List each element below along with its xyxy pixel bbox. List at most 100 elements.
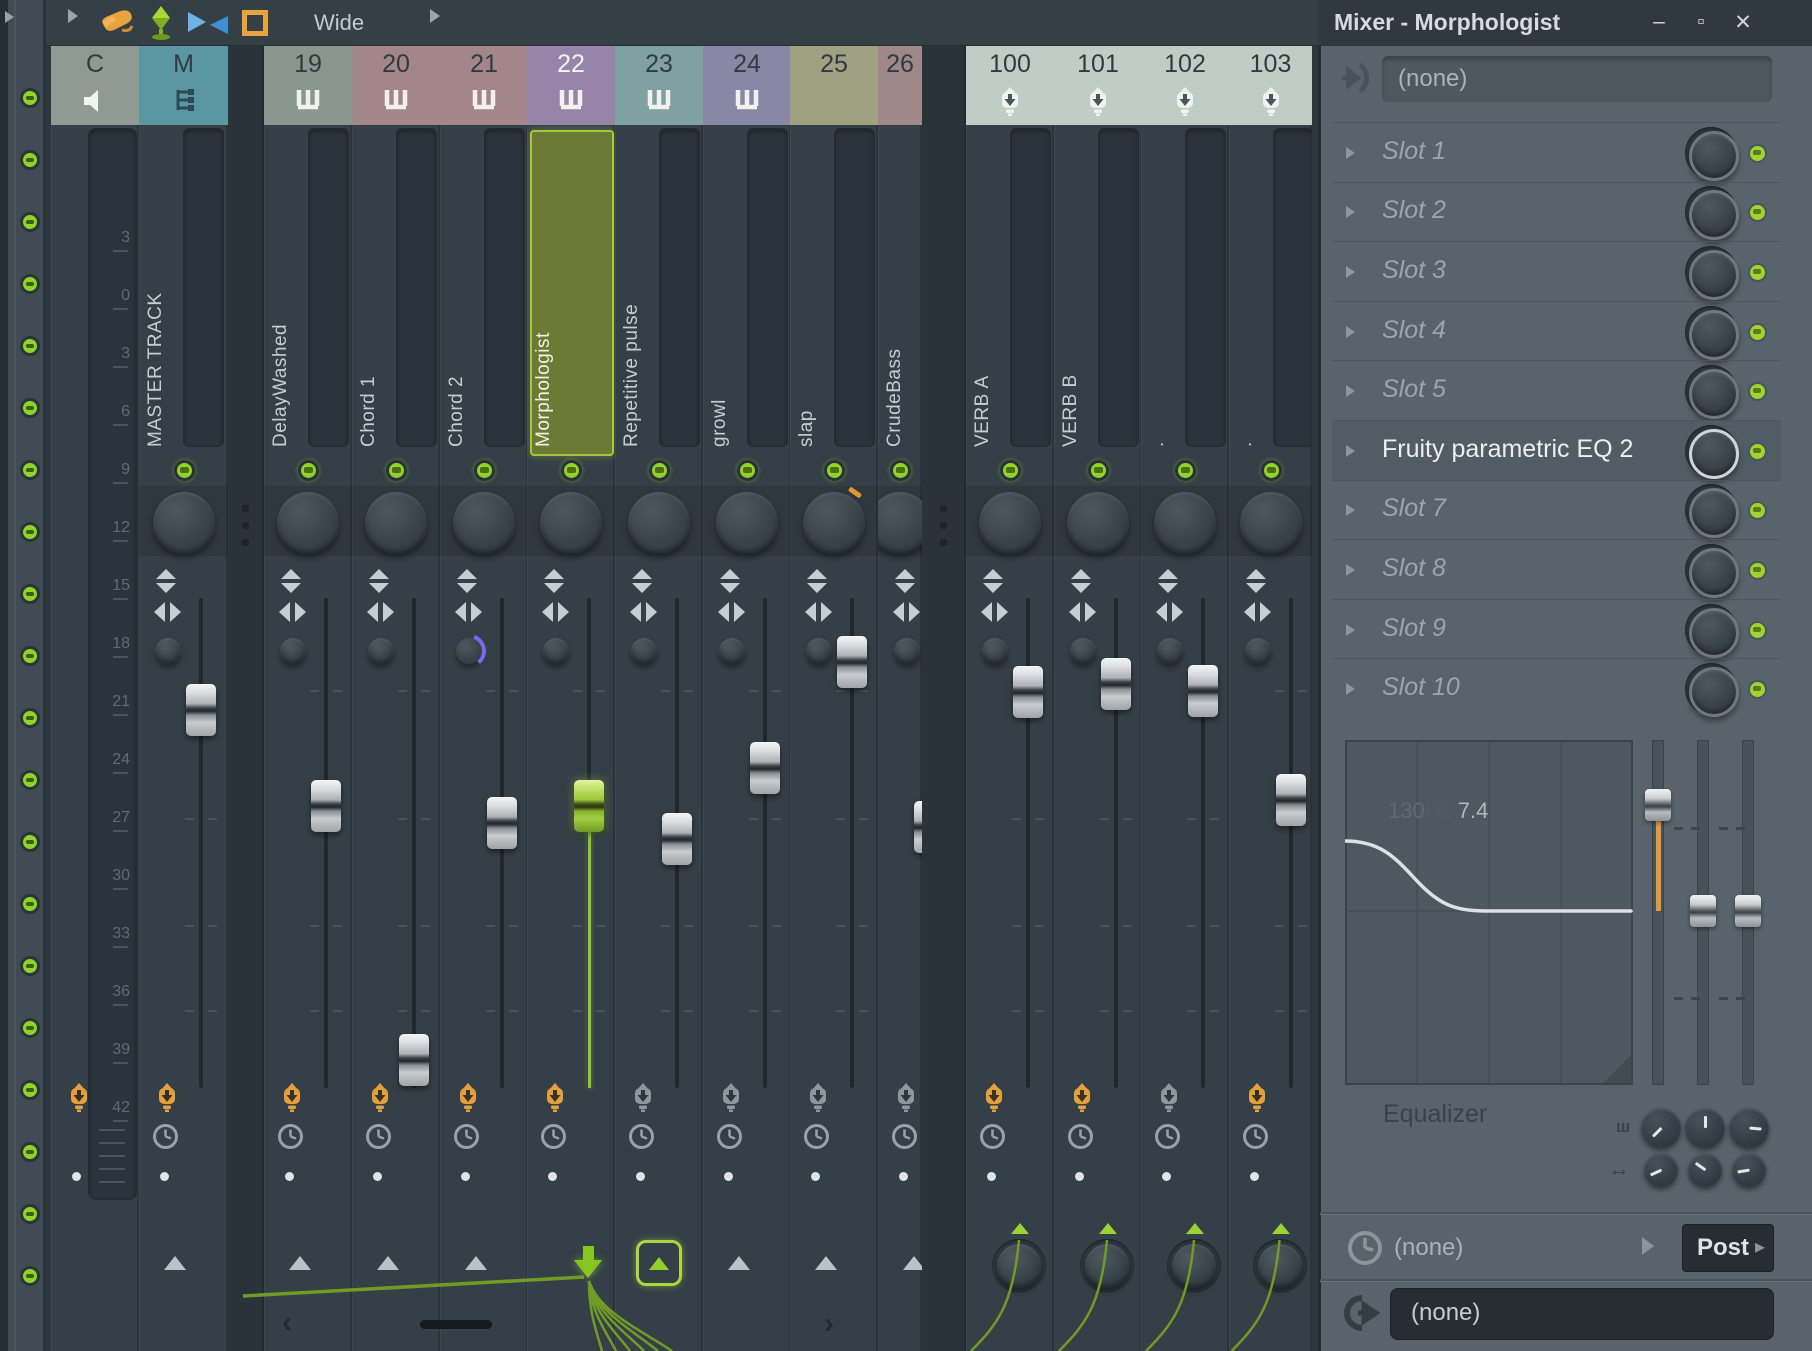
effect-slot-8[interactable]: Slot 8 bbox=[1332, 539, 1781, 599]
divider-grip[interactable] bbox=[242, 522, 249, 529]
pan-knob[interactable] bbox=[878, 492, 922, 554]
fx-enable-lamp-icon[interactable] bbox=[979, 1082, 1009, 1112]
volume-fader-track[interactable] bbox=[324, 598, 328, 1088]
pan-arrows-icon[interactable] bbox=[805, 602, 833, 624]
fx-enable-lamp-icon[interactable] bbox=[803, 1082, 833, 1112]
stereo-sep-knob[interactable] bbox=[719, 638, 745, 664]
delay-clock-icon[interactable] bbox=[152, 1123, 179, 1150]
mixer-strip-100[interactable]: 100 VERB A bbox=[966, 46, 1054, 1351]
send-level-knob[interactable] bbox=[997, 1244, 1041, 1288]
send-time-select[interactable]: (none) bbox=[1394, 1234, 1463, 1262]
channel-led[interactable] bbox=[20, 708, 40, 728]
strip-name[interactable]: Repetitive pulse bbox=[621, 132, 651, 447]
slot-mix-knob[interactable] bbox=[1689, 488, 1739, 539]
fx-enable-lamp-icon[interactable] bbox=[1067, 1082, 1097, 1112]
stereo-sep-knob[interactable] bbox=[806, 638, 832, 664]
strip-divider[interactable] bbox=[922, 46, 966, 1351]
eq-band-pan-knob[interactable] bbox=[1688, 1153, 1722, 1187]
effect-slot-3[interactable]: Slot 3 bbox=[1332, 241, 1781, 301]
delay-clock-icon[interactable] bbox=[277, 1123, 304, 1150]
volume-fader-handle[interactable] bbox=[186, 683, 216, 736]
strip-header[interactable]: 26 bbox=[878, 46, 922, 125]
pan-arrows-icon[interactable] bbox=[154, 602, 182, 624]
strip-header[interactable]: 101 bbox=[1054, 46, 1142, 125]
strip-name[interactable]: VERB A bbox=[972, 132, 1002, 447]
channel-led[interactable] bbox=[20, 1204, 40, 1224]
mixer-strip-101[interactable]: 101 VERB B bbox=[1054, 46, 1142, 1351]
strip-header[interactable]: C bbox=[51, 46, 139, 125]
route-up-arrow-icon[interactable] bbox=[815, 1256, 837, 1270]
channel-led[interactable] bbox=[20, 88, 40, 108]
mixer-strip-23[interactable]: 23 Repetitive pulse bbox=[615, 46, 703, 1351]
spindle-icon[interactable] bbox=[146, 5, 176, 41]
mute-led[interactable] bbox=[298, 460, 319, 481]
volume-fader-handle[interactable] bbox=[574, 779, 604, 832]
track-dot[interactable] bbox=[461, 1172, 470, 1181]
maximize-button[interactable]: ▫ bbox=[1684, 10, 1718, 34]
mixer-strip-19[interactable]: 19 DelayWashed bbox=[264, 46, 352, 1351]
slot-arrow-icon[interactable] bbox=[1346, 444, 1355, 457]
fx-enable-lamp-icon[interactable] bbox=[453, 1082, 483, 1112]
eq-band-width-knob[interactable] bbox=[1685, 1108, 1725, 1148]
slot-enable-led[interactable] bbox=[1748, 501, 1767, 521]
channel-led[interactable] bbox=[20, 832, 40, 852]
volume-fader-handle[interactable] bbox=[1101, 658, 1131, 711]
strip-name[interactable]: slap bbox=[796, 132, 826, 447]
eq-band-pan-knob[interactable] bbox=[1644, 1153, 1678, 1187]
effect-slot-9[interactable]: Slot 9 bbox=[1332, 598, 1781, 659]
strip-header[interactable]: 102 bbox=[1141, 46, 1229, 125]
view-size-icon[interactable] bbox=[242, 10, 268, 36]
mixer-strip-103[interactable]: 103. bbox=[1229, 46, 1312, 1351]
slot-enable-led[interactable] bbox=[1748, 382, 1767, 402]
stereo-separation-arrows-icon[interactable] bbox=[1246, 569, 1268, 593]
stereo-separation-arrows-icon[interactable] bbox=[544, 569, 566, 593]
fx-enable-lamp-icon[interactable] bbox=[628, 1082, 658, 1112]
slot-enable-led[interactable] bbox=[1748, 620, 1767, 640]
pan-knob[interactable] bbox=[540, 492, 602, 554]
effect-slot-1[interactable]: Slot 1 bbox=[1332, 122, 1781, 182]
channel-led[interactable] bbox=[20, 956, 40, 976]
strip-header[interactable]: 20 bbox=[352, 46, 440, 125]
strip-name[interactable]: Chord 1 bbox=[358, 132, 388, 447]
track-dot[interactable] bbox=[724, 1172, 733, 1181]
strip-header[interactable]: 19 bbox=[264, 46, 352, 125]
divider-grip[interactable] bbox=[242, 539, 249, 546]
slot-mix-knob[interactable] bbox=[1689, 249, 1739, 300]
delay-clock-icon[interactable] bbox=[1067, 1123, 1094, 1150]
scroll-right-chevron[interactable]: › bbox=[824, 1307, 834, 1341]
mixer-strip-20[interactable]: 20 Chord 1 bbox=[352, 46, 440, 1351]
send-level-arrow-icon[interactable] bbox=[1186, 1223, 1204, 1234]
volume-fader-handle[interactable] bbox=[662, 812, 692, 865]
track-dot[interactable] bbox=[1162, 1172, 1171, 1181]
mixer-strip-26[interactable]: 26 CrudeBass bbox=[878, 46, 922, 1351]
stereo-sep-knob[interactable] bbox=[543, 638, 569, 664]
slot-enable-led[interactable] bbox=[1748, 322, 1767, 342]
horizontal-scrollbar[interactable] bbox=[420, 1320, 492, 1329]
mute-led[interactable] bbox=[1088, 460, 1109, 481]
strip-header[interactable]: 21 bbox=[440, 46, 528, 125]
route-up-arrow-icon[interactable] bbox=[377, 1256, 399, 1270]
slot-enable-led[interactable] bbox=[1748, 262, 1767, 282]
pan-knob[interactable] bbox=[1154, 492, 1216, 554]
stereo-separation-arrows-icon[interactable] bbox=[457, 569, 479, 593]
strip-header[interactable]: 100 bbox=[966, 46, 1054, 125]
divider-grip[interactable] bbox=[940, 505, 947, 512]
delay-clock-icon[interactable] bbox=[540, 1123, 567, 1150]
slot-arrow-icon[interactable] bbox=[1346, 265, 1355, 278]
delay-clock-icon[interactable] bbox=[979, 1123, 1006, 1150]
channel-led[interactable] bbox=[20, 1018, 40, 1038]
channel-led[interactable] bbox=[20, 770, 40, 790]
stereo-sep-knob[interactable] bbox=[155, 638, 181, 664]
mixer-strip-24[interactable]: 24 growl bbox=[703, 46, 791, 1351]
slot-mix-knob[interactable] bbox=[1689, 667, 1739, 718]
channel-led[interactable] bbox=[20, 212, 40, 232]
stereo-separation-arrows-icon[interactable] bbox=[1158, 569, 1180, 593]
route-up-arrow-icon[interactable] bbox=[465, 1256, 487, 1270]
output-target-select[interactable]: (none) bbox=[1390, 1288, 1774, 1340]
stereo-sep-knob[interactable] bbox=[1157, 638, 1183, 664]
channel-led[interactable] bbox=[20, 522, 40, 542]
mute-led[interactable] bbox=[824, 460, 845, 481]
mixer-menu-arrow-icon[interactable] bbox=[68, 9, 78, 23]
strip-header[interactable]: 103 bbox=[1229, 46, 1312, 125]
channel-led[interactable] bbox=[20, 336, 40, 356]
